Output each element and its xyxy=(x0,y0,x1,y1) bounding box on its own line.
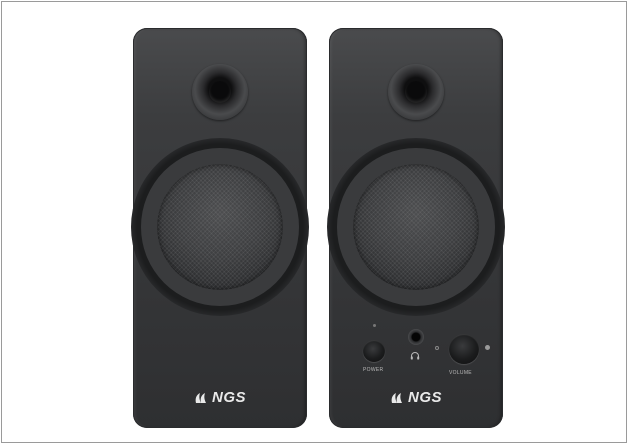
image-frame: NGS POWER VOLUME NGS xyxy=(1,1,627,443)
brand-logo: NGS xyxy=(390,389,442,406)
tweeter-hole xyxy=(209,81,231,103)
ngs-logo-icon xyxy=(195,392,206,403)
right-speaker: POWER VOLUME NGS xyxy=(327,28,505,428)
woofer-bezel xyxy=(337,148,495,306)
volume-max-mark xyxy=(485,345,490,350)
ngs-logo-icon xyxy=(391,392,402,403)
power-label: POWER xyxy=(363,367,384,373)
woofer-grille xyxy=(353,164,479,290)
power-knob[interactable] xyxy=(363,340,385,362)
brand-name: NGS xyxy=(211,389,247,406)
woofer-ring xyxy=(131,138,309,316)
headphone-icon xyxy=(410,352,420,360)
left-speaker: NGS xyxy=(131,28,309,428)
woofer-bezel xyxy=(141,148,299,306)
woofer-ring xyxy=(327,138,505,316)
brand-logo: NGS xyxy=(194,389,246,406)
volume-min-mark xyxy=(435,346,439,350)
tweeter-hole xyxy=(405,81,427,103)
volume-knob[interactable] xyxy=(449,334,479,364)
woofer-grille xyxy=(157,164,283,290)
power-led xyxy=(373,324,376,327)
tweeter-port xyxy=(192,64,248,120)
tweeter-port xyxy=(388,64,444,120)
brand-name: NGS xyxy=(407,389,443,406)
volume-label: VOLUME xyxy=(449,370,472,376)
headphone-jack[interactable] xyxy=(408,329,424,345)
